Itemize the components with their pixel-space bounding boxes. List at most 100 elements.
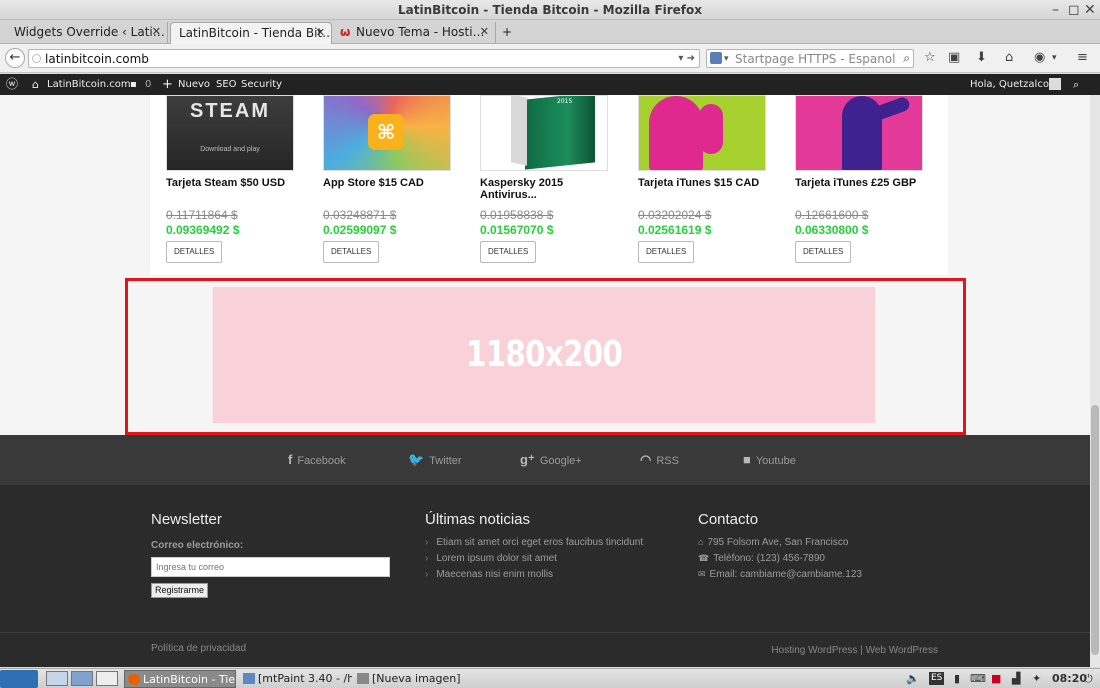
desktop-3-icon[interactable] xyxy=(96,671,118,686)
desktop-1-icon[interactable] xyxy=(46,671,68,686)
itunes-pink-card-image[interactable] xyxy=(795,95,923,171)
url-dropdown-go-icon[interactable]: ▾ ➜ xyxy=(678,50,695,67)
web-wordpress-link[interactable]: Web WordPress xyxy=(866,645,938,656)
keyboard-layout-indicator[interactable]: ES xyxy=(929,672,945,685)
adminbar-seo-link[interactable]: SEO xyxy=(216,74,237,95)
kaspersky-card-image[interactable]: 2015 xyxy=(480,95,608,171)
globe-icon xyxy=(32,54,41,63)
news-item[interactable]: › Maecenas nisi enim mollis xyxy=(425,569,553,580)
product-name[interactable]: Tarjeta Steam $50 USD xyxy=(166,177,306,189)
steam-card-image[interactable]: STEAM Download and play xyxy=(166,95,294,171)
social-googleplus-link[interactable]: g⁺ Google+ xyxy=(520,452,582,468)
product-name[interactable]: App Store $15 CAD xyxy=(323,177,463,189)
footer-credits: Hosting WordPress | Web WordPress xyxy=(771,645,938,656)
tab-latinbitcoin[interactable]: LatinBitcoin - Tienda Bit… ✕ xyxy=(170,22,332,44)
page-viewport: STEAM Download and play Tarjeta Steam $5… xyxy=(0,95,1090,667)
maximize-button[interactable]: ◻ xyxy=(1068,0,1080,20)
volume-icon[interactable]: 🔈 xyxy=(906,671,920,687)
app-icon: ⌘ xyxy=(368,114,404,150)
product-new-price: 0.09369492 $ xyxy=(166,223,240,237)
email-label: Correo electrónico: xyxy=(151,540,244,551)
page-scrollbar[interactable] xyxy=(1090,95,1100,667)
start-menu-icon[interactable] xyxy=(0,670,38,688)
social-twitter-link[interactable]: 🐦 Twitter xyxy=(408,452,462,468)
news-item[interactable]: › Etiam sit amet orci eget eros faucibus … xyxy=(425,537,643,548)
itunes-green-card-image[interactable] xyxy=(638,95,766,171)
menu-icon[interactable]: ≡ xyxy=(1077,50,1088,66)
addon-dropdown-icon[interactable]: ▾ xyxy=(1052,50,1057,66)
tab-close-icon[interactable]: ✕ xyxy=(480,22,489,42)
newsletter-email-field[interactable] xyxy=(151,557,390,577)
window-titlebar: LatinBitcoin - Tienda Bitcoin - Mozilla … xyxy=(0,0,1100,20)
power-icon[interactable]: ⏻ xyxy=(1084,671,1093,687)
chevron-right-icon: › xyxy=(425,537,429,548)
tab-close-icon[interactable]: ✕ xyxy=(316,23,325,43)
back-arrow-icon[interactable]: ← xyxy=(5,48,25,68)
search-engine-dropdown-icon[interactable]: ▾ xyxy=(724,50,729,68)
news-item[interactable]: › Lorem ipsum dolor sit amet xyxy=(425,553,557,564)
social-rss-link[interactable]: ◠ RSS xyxy=(640,452,679,468)
adminbar-search-icon[interactable]: ⌕ xyxy=(1073,74,1079,95)
download-icon[interactable]: ⬇ xyxy=(976,50,987,66)
url-text[interactable]: latinbitcoin.comb xyxy=(45,50,149,68)
scrollbar-thumb[interactable] xyxy=(1091,405,1099,655)
newsletter-email-input[interactable] xyxy=(152,558,389,576)
comment-count[interactable]: 0 xyxy=(145,74,151,95)
keyboard-icon[interactable]: ⌨ xyxy=(970,671,986,687)
comment-icon[interactable]: ▪ xyxy=(130,74,137,95)
search-icon[interactable]: ⌕ xyxy=(903,50,910,67)
tab-widgets-override[interactable]: Widgets Override ‹ Lati… ✕ xyxy=(6,22,168,44)
social-label: Youtube xyxy=(755,455,796,467)
details-button[interactable]: DETALLES xyxy=(638,241,695,263)
notification-icon[interactable]: ✦ xyxy=(1032,671,1041,687)
contact-text: Teléfono: (123) 456-7890 xyxy=(713,553,825,564)
adminbar-security-link[interactable]: Security xyxy=(241,74,282,95)
register-button[interactable]: Registrarme xyxy=(151,583,209,598)
signal-icon[interactable]: ▟ xyxy=(1012,671,1020,687)
url-bar[interactable]: latinbitcoin.comb ▾ ➜ xyxy=(28,49,700,68)
bookmark-star-icon[interactable]: ☆ xyxy=(924,50,936,66)
product-name[interactable]: Kaspersky 2015 Antivirus... xyxy=(480,177,620,201)
adminbar-new-link[interactable]: Nuevo xyxy=(178,74,210,95)
social-links-bar: f Facebook 🐦 Twitter g⁺ Google+ ◠ RSS ■ Youtu… xyxy=(0,435,1090,485)
news-item-label: Etiam sit amet orci eget eros faucibus t… xyxy=(436,537,644,548)
close-window-button[interactable]: ✕ xyxy=(1084,0,1096,20)
search-engine-icon[interactable] xyxy=(710,52,722,64)
product-name[interactable]: Tarjeta iTunes $15 CAD xyxy=(638,177,778,189)
tab-strip: Widgets Override ‹ Lati… ✕ LatinBitcoin … xyxy=(0,20,1100,44)
minimize-button[interactable]: – xyxy=(1052,0,1059,20)
hosting-wordpress-link[interactable]: Hosting WordPress xyxy=(771,645,857,656)
task-mtpaint[interactable]: [mtPaint 3.40 - /h... xyxy=(240,670,352,688)
house-icon: ⌂ xyxy=(32,78,39,91)
details-button[interactable]: DETALLES xyxy=(480,241,537,263)
details-button[interactable]: DETALLES xyxy=(795,241,852,263)
footer-divider xyxy=(0,632,1090,633)
privacy-link[interactable]: Política de privacidad xyxy=(151,643,246,654)
details-button[interactable]: DETALLES xyxy=(323,241,380,263)
task-firefox[interactable]: LatinBitcoin - Tien... xyxy=(124,670,236,688)
home-icon[interactable]: ⌂ xyxy=(1005,50,1013,66)
product-old-price: 0.12661600 $ xyxy=(795,208,869,222)
task-nueva-imagen[interactable]: [Nueva imagen] xyxy=(354,670,464,688)
update-icon[interactable]: ■ xyxy=(991,671,1001,687)
desktop-2-icon[interactable] xyxy=(71,671,93,686)
appstore-card-image[interactable]: ⌘ xyxy=(323,95,451,171)
wordpress-logo-icon[interactable]: ⓦ xyxy=(6,74,18,95)
social-youtube-link[interactable]: ■ Youtube xyxy=(743,452,796,467)
product-old-price: 0.11711864 $ xyxy=(166,208,238,222)
tab-close-icon[interactable]: ✕ xyxy=(152,22,161,42)
details-button[interactable]: DETALLES xyxy=(166,241,223,263)
reading-list-icon[interactable]: ▣ xyxy=(948,50,960,66)
search-bar[interactable]: ▾ Startpage HTTPS - Espanol ⌕ xyxy=(706,49,914,68)
product-name[interactable]: Tarjeta iTunes £25 GBP xyxy=(795,177,935,189)
social-facebook-link[interactable]: f Facebook xyxy=(288,452,346,467)
tab-nuevo-tema[interactable]: ω Nuevo Tema - Hosti… ✕ xyxy=(336,22,496,44)
battery-icon[interactable]: ▮ xyxy=(954,671,960,687)
social-label: RSS xyxy=(656,455,679,467)
adminbar-site-link[interactable]: LatinBitcoin.com xyxy=(47,74,131,95)
avatar[interactable] xyxy=(1049,78,1061,90)
product-grid: STEAM Download and play Tarjeta Steam $5… xyxy=(150,95,948,275)
ad-banner-placeholder[interactable]: 1180x200 xyxy=(212,287,876,423)
new-tab-button[interactable]: + xyxy=(498,22,520,44)
addon-icon[interactable]: ◉ xyxy=(1034,50,1045,66)
